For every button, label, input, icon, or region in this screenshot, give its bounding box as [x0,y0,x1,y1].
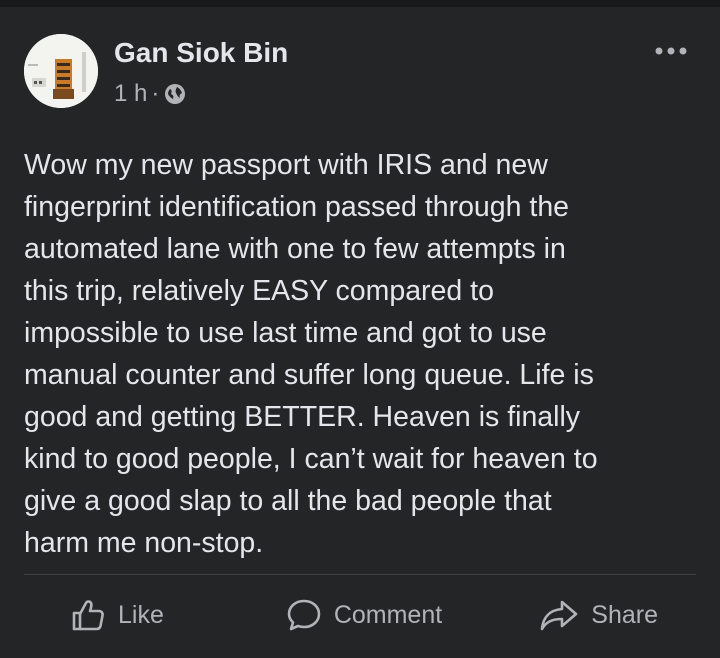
post-body-line: kind to good people, I can’t wait for he… [24,443,598,475]
share-label: Share [591,600,658,629]
post-card: Gan Siok Bin 1 h · Wow my new passport w… [0,7,720,658]
post-body-line: give a good slap to all the bad people t… [24,485,552,517]
post-body-line: good and getting BETTER. Heaven is final… [24,401,581,433]
post-body-line: impossible to use last time and got to u… [24,317,547,349]
avatar[interactable] [24,34,98,108]
post-body-line: Wow my new passport with IRIS and new [24,149,548,181]
meta-separator: · [151,80,160,107]
avatar-photo [24,34,98,108]
more-options-icon[interactable] [652,41,690,61]
comment-label: Comment [333,600,443,629]
post-body-line: fingerprint identification passed throug… [24,191,570,223]
post-body-line: manual counter and suffer long queue. Li… [24,359,594,391]
post-body-line: harm me non-stop. [24,527,264,559]
post-actions: Like Comment Share [24,587,696,643]
post-meta: 1 h · [114,80,186,108]
top-strip [0,0,720,7]
post-body-line: automated lane with one to few attempts … [24,233,566,265]
like-button[interactable]: Like [24,587,266,643]
divider [24,574,696,575]
post-time[interactable]: 1 h [114,80,147,108]
share-icon [540,600,578,631]
author-name[interactable]: Gan Siok Bin [114,37,288,69]
comment-button[interactable]: Comment [266,587,462,643]
post-body: Wow my new passport with IRIS and new fi… [24,144,700,564]
like-icon [72,600,104,631]
like-label: Like [118,600,164,629]
comment-icon [287,599,321,631]
share-button[interactable]: Share [462,587,696,643]
globe-icon [164,83,186,105]
post-body-line: this trip, relatively EASY compared to [24,275,494,307]
